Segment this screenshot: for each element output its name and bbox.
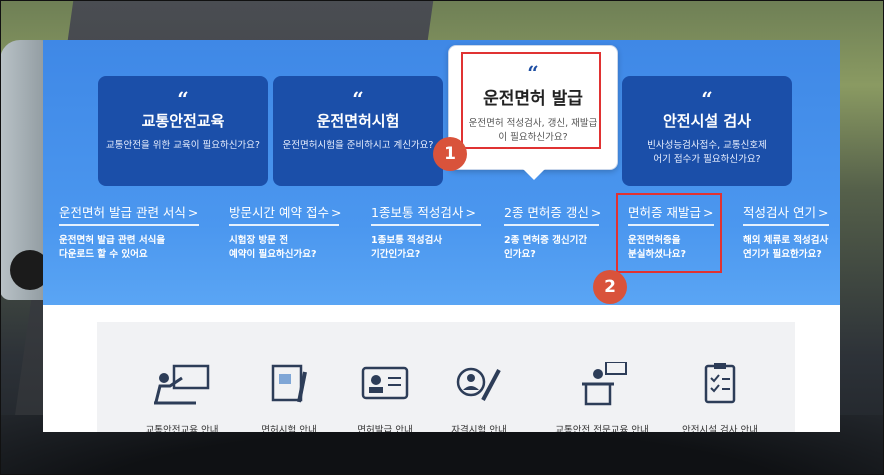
quote-icon: “ — [177, 87, 189, 111]
card-driving-test[interactable]: “ 운전면허시험 운전면허시험을 준비하시고 계신가요? — [273, 76, 443, 186]
card-title: 교통안전교육 — [141, 112, 225, 130]
exam-paper-icon — [271, 364, 307, 403]
license-card-icon — [361, 366, 409, 400]
card-safety-facility-inspection[interactable]: “ 안전시설 검사 빈사성능검사접수, 교통신호제어기 접수가 필요하신가요? — [622, 76, 792, 186]
service-traffic-education-guide[interactable]: 교통안전교육 안내 — [127, 322, 237, 432]
quote-icon: “ — [352, 87, 364, 111]
lecturer-podium-icon — [582, 361, 627, 406]
hero-section: “ 교통안전교육 교통안전을 위한 교육이 필요하신가요? “ 운전면허시험 운… — [43, 40, 840, 305]
service-guide-bar: 교통안전교육 안내 면허시험 안내 면허발급 안내 자격시험 안내 교통안전 전… — [97, 322, 795, 432]
service-professional-education-guide[interactable]: 교통안전 전문교육 안내 — [537, 322, 667, 432]
card-description: 교통안전을 위한 교육이 필요하신가요? — [106, 140, 260, 151]
card-title: 운전면허시험 — [316, 112, 400, 130]
chevron-right-icon: > — [465, 205, 476, 220]
chevron-right-icon: > — [187, 205, 199, 220]
link-license-forms[interactable]: 운전면허 발급 관련 서식 > 운전면허 발급 관련 서식을 다운로드 할 수 있어… — [59, 202, 199, 262]
step-badge-1: 1 — [433, 137, 467, 171]
quote-icon: “ — [701, 87, 713, 111]
card-description: 빈사성능검사접수, 교통신호제어기 접수가 필요하신가요? — [647, 140, 767, 165]
link-class2-renewal[interactable]: 2종 면허증 갱신 > 2종 면허증 갱신기간 인가요? — [504, 202, 601, 262]
highlight-box-1 — [461, 52, 601, 149]
service-license-test-guide[interactable]: 면허시험 안내 — [234, 322, 344, 432]
chevron-right-icon: > — [590, 205, 602, 220]
web-page: “ 교통안전교육 교통안전을 위한 교육이 필요하신가요? “ 운전면허시험 운… — [43, 40, 840, 432]
service-safety-facility-guide[interactable]: 안전시설 검사 안내 — [660, 322, 780, 432]
step-badge-2: 2 — [593, 270, 627, 304]
certificate-pen-icon — [456, 367, 501, 401]
card-title: 안전시설 검사 — [662, 112, 752, 130]
service-qualification-test-guide[interactable]: 자격시험 안내 — [424, 322, 534, 432]
card-description: 운전면허시험을 준비하시고 계신가요? — [282, 140, 434, 151]
link-aptitude-postpone[interactable]: 적성검사 연기 > 해외 체류로 적성검사 연기가 필요한가요? — [743, 202, 829, 262]
teacher-board-icon — [154, 364, 210, 405]
chevron-right-icon: > — [330, 205, 342, 220]
link-class1-aptitude-test[interactable]: 1종보통 적성검사 > 1종보통 적성검사 기간인가요? — [371, 202, 481, 262]
link-visit-reservation[interactable]: 방문시간 예약 접수 > 시험장 방문 전 예약이 필요하신가요? — [229, 202, 341, 262]
chevron-right-icon: > — [817, 205, 829, 220]
card-traffic-safety-education[interactable]: “ 교통안전교육 교통안전을 위한 교육이 필요하신가요? — [98, 76, 268, 186]
checklist-icon — [704, 363, 736, 404]
highlight-box-2 — [616, 193, 722, 273]
